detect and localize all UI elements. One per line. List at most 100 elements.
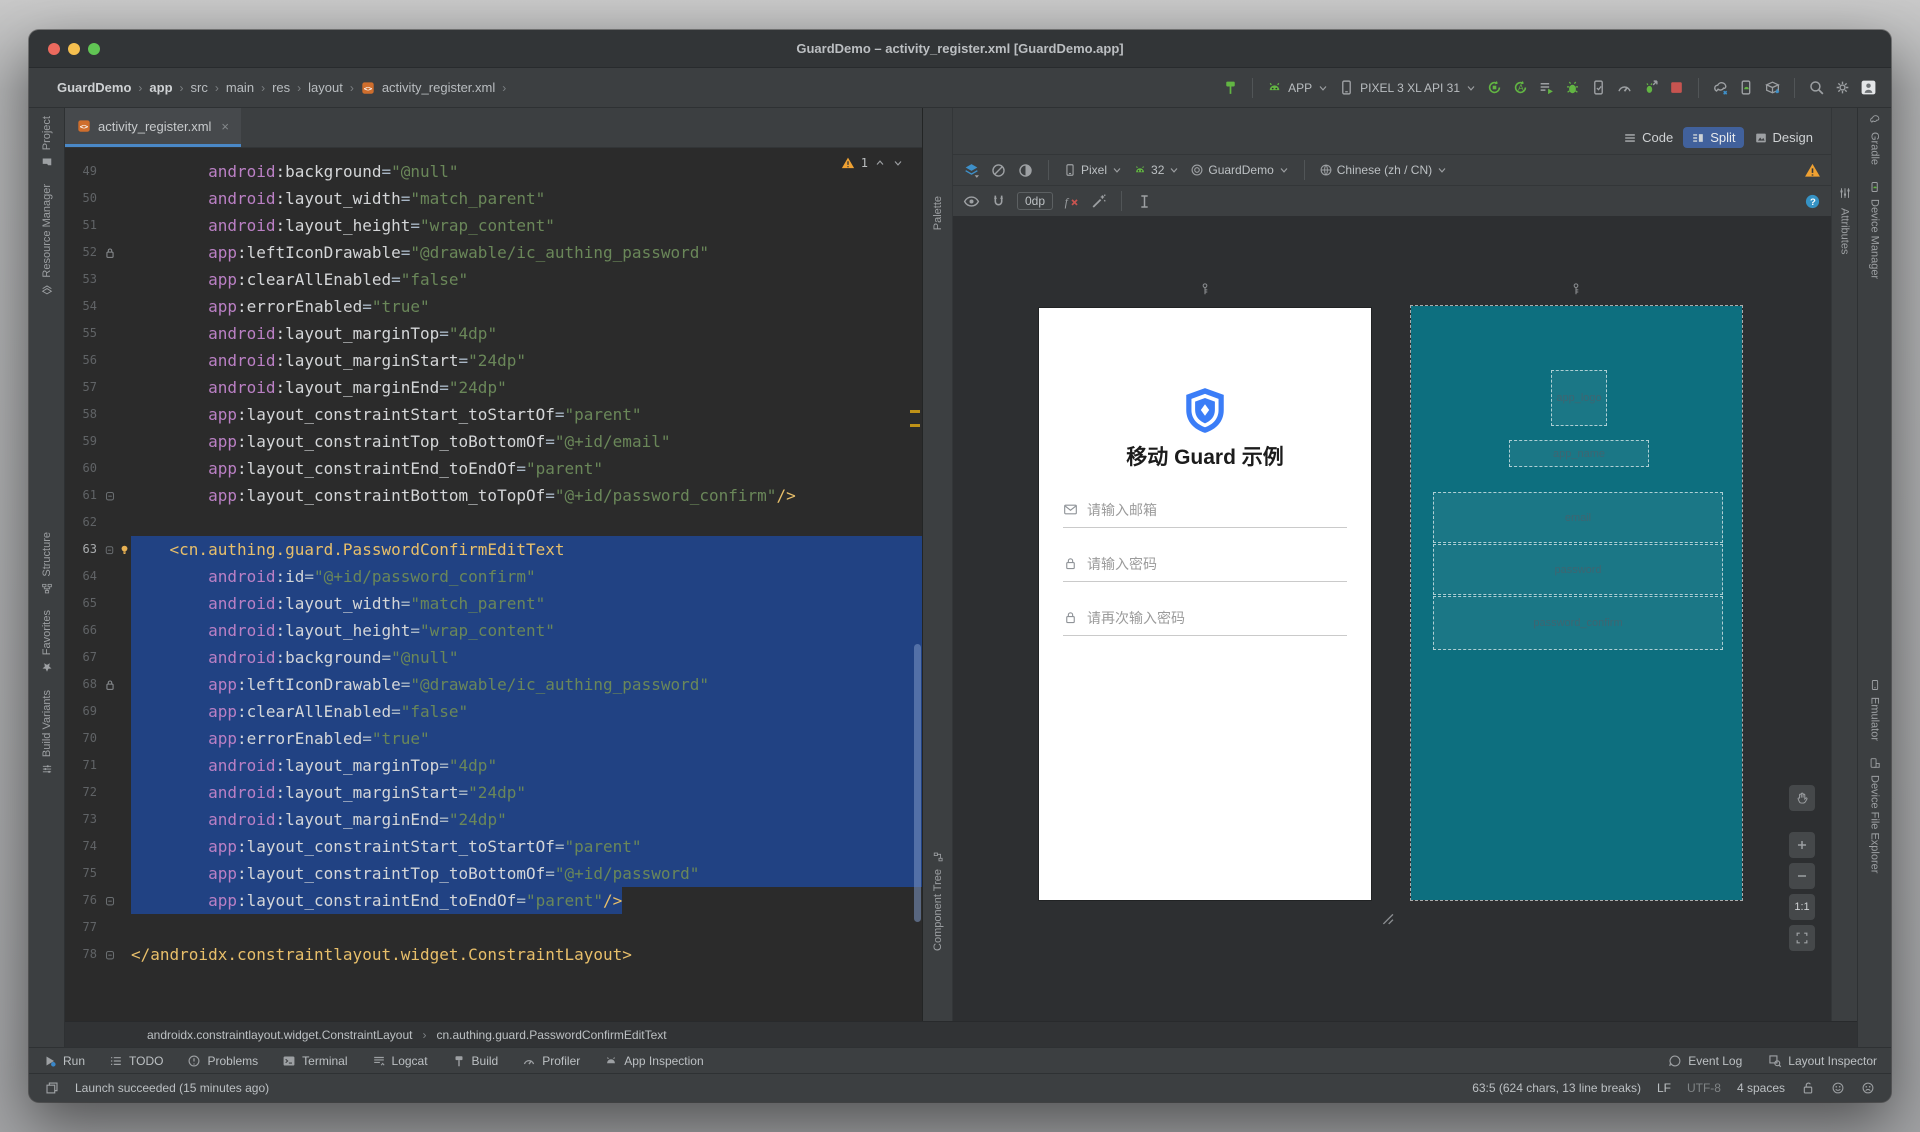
code-line-text[interactable]: app:errorEnabled="true" — [131, 293, 922, 320]
code-line[interactable]: 54 app:errorEnabled="true" — [65, 293, 922, 320]
code-line-text[interactable]: app:layout_constraintStart_toStartOf="pa… — [131, 401, 922, 428]
code-line-text[interactable]: app:clearAllEnabled="false" — [131, 266, 922, 293]
apply-code-changes-icon[interactable]: A — [1512, 79, 1529, 96]
tool-window-button-layout-inspector[interactable]: Layout Inspector — [1768, 1054, 1877, 1068]
tool-window-tab-gradle[interactable]: Gradle — [1869, 114, 1881, 165]
code-line[interactable]: 70 app:errorEnabled="true" — [65, 725, 922, 752]
tool-window-button-logcat[interactable]: Logcat — [372, 1054, 428, 1068]
code-line[interactable]: 59 app:layout_constraintTop_toBottomOf="… — [65, 428, 922, 455]
target-device-select[interactable]: PIXEL 3 XL API 31 — [1338, 79, 1477, 96]
profiler-attach-icon[interactable] — [1642, 79, 1659, 96]
xml-breadcrumb-item[interactable]: androidx.constraintlayout.widget.Constra… — [147, 1028, 413, 1042]
next-warning-icon[interactable] — [892, 157, 904, 169]
code-line-text[interactable]: app:layout_constraintTop_toBottomOf="@+i… — [131, 428, 922, 455]
search-everywhere-icon[interactable] — [1808, 79, 1825, 96]
code-line[interactable]: 71 android:layout_marginTop="4dp" — [65, 752, 922, 779]
blueprint-component-password[interactable]: password — [1433, 544, 1723, 595]
blueprint-component-app_name[interactable]: app_name — [1509, 440, 1649, 467]
code-line[interactable]: 74 app:layout_constraintStart_toStartOf=… — [65, 833, 922, 860]
code-line-text[interactable]: android:layout_width="match_parent" — [131, 590, 922, 617]
editor-scrollbar[interactable] — [914, 644, 921, 922]
code-line[interactable]: 57 android:layout_marginEnd="24dp" — [65, 374, 922, 401]
design-blueprint-toggle-icon[interactable] — [990, 162, 1007, 179]
breadcrumb-item[interactable]: main — [226, 80, 254, 95]
prev-warning-icon[interactable] — [874, 157, 886, 169]
breadcrumb-item[interactable]: layout — [308, 80, 343, 95]
tool-window-button-run[interactable]: Run — [43, 1054, 85, 1068]
xml-breadcrumb-item[interactable]: cn.authing.guard.PasswordConfirmEditText — [437, 1028, 667, 1042]
orientation-icon[interactable] — [1017, 162, 1034, 179]
device-manager-icon[interactable] — [1738, 79, 1755, 96]
tool-window-button-profiler[interactable]: Profiler — [522, 1054, 580, 1068]
code-line-text[interactable]: android:background="@null" — [131, 158, 922, 185]
code-editor[interactable]: 49 android:background="@null"50 android:… — [65, 148, 922, 1021]
profile-avatar-icon[interactable] — [1860, 79, 1877, 96]
tool-window-tab-build-variants[interactable]: Build Variants — [41, 690, 53, 775]
tool-window-button-event-log[interactable]: Event Log — [1668, 1054, 1742, 1068]
code-line[interactable]: 52 app:leftIconDrawable="@drawable/ic_au… — [65, 239, 922, 266]
sdk-manager-icon[interactable] — [1764, 79, 1781, 96]
fold-marker-icon[interactable] — [103, 489, 117, 503]
code-line[interactable]: 58 app:layout_constraintStart_toStartOf=… — [65, 401, 922, 428]
design-surface[interactable]: 移动 Guard 示例 请输入邮箱请输入密码请再次输入密码 app_logoap… — [953, 216, 1831, 1021]
mode-design-button[interactable]: Design — [1746, 127, 1821, 148]
tool-window-button-build[interactable]: Build — [452, 1054, 499, 1068]
happy-feedback-icon[interactable] — [1831, 1081, 1845, 1095]
code-line[interactable]: 75 app:layout_constraintTop_toBottomOf="… — [65, 860, 922, 887]
code-line[interactable]: 65 android:layout_width="match_parent" — [65, 590, 922, 617]
code-line-text[interactable]: app:layout_constraintTop_toBottomOf="@+i… — [131, 860, 922, 887]
code-line[interactable]: 64 android:id="@+id/password_confirm" — [65, 563, 922, 590]
code-line[interactable]: 73 android:layout_marginEnd="24dp" — [65, 806, 922, 833]
unlock-icon[interactable] — [1801, 1081, 1815, 1095]
code-line-text[interactable]: app:layout_constraintEnd_toEndOf="parent… — [131, 887, 922, 914]
code-line[interactable]: 56 android:layout_marginStart="24dp" — [65, 347, 922, 374]
line-separator[interactable]: LF — [1657, 1081, 1671, 1095]
code-line[interactable]: 49 android:background="@null" — [65, 158, 922, 185]
code-line[interactable]: 50 android:layout_width="match_parent" — [65, 185, 922, 212]
blueprint-component-app_logo[interactable]: app_logo — [1551, 370, 1607, 426]
code-line-text[interactable] — [131, 914, 922, 941]
code-line-text[interactable]: app:layout_constraintStart_toStartOf="pa… — [131, 833, 922, 860]
breadcrumb-item[interactable]: activity_register.xml — [382, 80, 495, 95]
tool-window-button-problems[interactable]: Problems — [187, 1054, 258, 1068]
zoom-to-fit-button[interactable] — [1789, 925, 1815, 951]
tool-window-tab-project[interactable]: Project — [41, 116, 53, 168]
breadcrumb-item[interactable]: GuardDemo — [57, 80, 131, 95]
zoom-out-button[interactable] — [1789, 863, 1815, 889]
render-warning-icon[interactable] — [1804, 162, 1821, 179]
sad-feedback-icon[interactable] — [1861, 1081, 1875, 1095]
tool-window-tab-structure[interactable]: Structure — [41, 532, 53, 595]
run-configuration-select[interactable]: APP — [1266, 79, 1329, 96]
attach-debugger-icon[interactable] — [1590, 79, 1607, 96]
clear-constraints-icon[interactable]: f — [1063, 193, 1080, 210]
fold-marker-icon[interactable] — [103, 543, 116, 557]
code-line[interactable]: 63 <cn.authing.guard.PasswordConfirmEdit… — [65, 536, 922, 563]
code-line[interactable]: 60 app:layout_constraintEnd_toEndOf="par… — [65, 455, 922, 482]
zoom-window-button[interactable] — [88, 43, 100, 55]
preview-input-email[interactable]: 请输入邮箱 — [1063, 500, 1347, 536]
tool-window-button-terminal[interactable]: Terminal — [282, 1054, 347, 1068]
code-line-text[interactable]: app:errorEnabled="true" — [131, 725, 922, 752]
code-line[interactable]: 53 app:clearAllEnabled="false" — [65, 266, 922, 293]
code-line[interactable]: 78</androidx.constraintlayout.widget.Con… — [65, 941, 922, 968]
stop-icon[interactable] — [1668, 79, 1685, 96]
tool-window-tab-resource-manager[interactable]: Resource Manager — [41, 184, 53, 296]
fold-marker-icon[interactable] — [103, 948, 117, 962]
editor-tab[interactable]: <> activity_register.xml × — [65, 108, 241, 147]
fold-marker-icon[interactable] — [103, 894, 117, 908]
code-line-text[interactable]: android:layout_marginStart="24dp" — [131, 347, 922, 374]
inspection-widget[interactable]: 1 — [841, 156, 904, 170]
code-line-text[interactable]: android:layout_marginTop="4dp" — [131, 320, 922, 347]
code-line-text[interactable]: android:layout_marginEnd="24dp" — [131, 806, 922, 833]
code-line-text[interactable]: app:clearAllEnabled="false" — [131, 698, 922, 725]
zoom-in-button[interactable] — [1789, 832, 1815, 858]
code-line-text[interactable]: app:leftIconDrawable="@drawable/ic_authi… — [131, 239, 922, 266]
indent-setting[interactable]: 4 spaces — [1737, 1081, 1785, 1095]
breadcrumb-item[interactable]: res — [272, 80, 290, 95]
code-line[interactable]: 55 android:layout_marginTop="4dp" — [65, 320, 922, 347]
code-line[interactable]: 69 app:clearAllEnabled="false" — [65, 698, 922, 725]
mode-split-button[interactable]: Split — [1683, 127, 1743, 148]
pack-icon[interactable] — [1136, 193, 1153, 210]
apply-changes-icon[interactable] — [1486, 79, 1503, 96]
minimize-window-button[interactable] — [68, 43, 80, 55]
